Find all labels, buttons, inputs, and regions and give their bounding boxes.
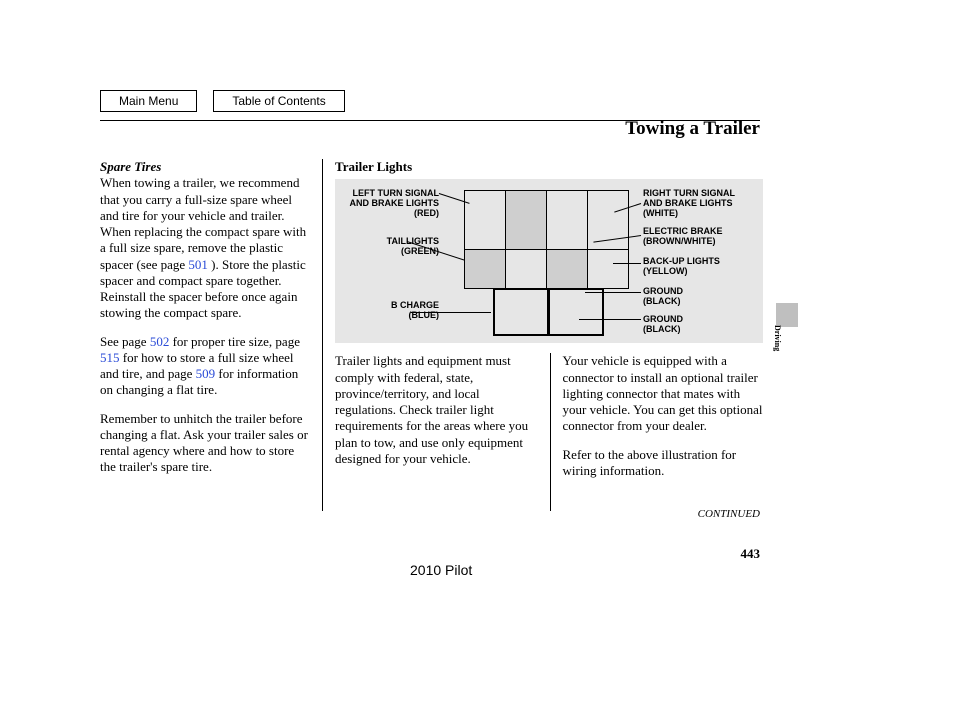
spare-tires-p1: When towing a trailer, we recommend that…	[100, 175, 310, 321]
text: Refer to the above illustration for wiri…	[563, 447, 766, 480]
page-link-502[interactable]: 502	[150, 334, 170, 349]
label-ground-2: GROUND(BLACK)	[643, 315, 683, 335]
trailer-lights-heading: Trailer Lights	[335, 159, 765, 175]
trailer-lights-text-columns: Trailer lights and equipment must comply…	[335, 353, 765, 511]
toc-button[interactable]: Table of Contents	[213, 90, 344, 112]
trailer-lights-column: Trailer Lights LEFT TURN SIGNALAND BRAKE…	[323, 159, 765, 511]
section-tab-label: Driving	[773, 325, 782, 351]
wiring-diagram: LEFT TURN SIGNALAND BRAKE LIGHTS(RED) TA…	[335, 179, 763, 343]
label-backup: BACK-UP LIGHTS(YELLOW)	[643, 257, 720, 277]
text: Trailer lights and equipment must comply…	[335, 353, 538, 467]
page-link-515[interactable]: 515	[100, 350, 120, 365]
spare-tires-heading: Spare Tires	[100, 159, 310, 175]
content-columns: Spare Tires When towing a trailer, we re…	[100, 159, 800, 511]
page-link-501[interactable]: 501	[188, 257, 208, 272]
label-right-turn: RIGHT TURN SIGNALAND BRAKE LIGHTS(WHITE)	[643, 189, 755, 219]
nav-buttons: Main Menu Table of Contents	[100, 90, 800, 112]
page-title: Towing a Trailer	[625, 118, 760, 140]
text: See page	[100, 334, 150, 349]
vehicle-model: 2010 Pilot	[410, 562, 472, 578]
label-b-charge: B CHARGE(BLUE)	[343, 301, 439, 321]
trailer-lights-text-left: Trailer lights and equipment must comply…	[335, 353, 551, 511]
spare-tires-column: Spare Tires When towing a trailer, we re…	[100, 159, 323, 511]
label-ground-1: GROUND(BLACK)	[643, 287, 683, 307]
trailer-lights-text-right: Your vehicle is equipped with a connecto…	[563, 353, 766, 511]
spare-tires-p3: Remember to unhitch the trailer before c…	[100, 411, 310, 476]
continued-label: CONTINUED	[698, 508, 760, 520]
connector-grid	[465, 191, 633, 335]
page-link-509[interactable]: 509	[196, 366, 216, 381]
text: for proper tire size, page	[169, 334, 300, 349]
label-electric-brake: ELECTRIC BRAKE(BROWN/WHITE)	[643, 227, 723, 247]
label-left-turn: LEFT TURN SIGNALAND BRAKE LIGHTS(RED)	[343, 189, 439, 219]
manual-page: Main Menu Table of Contents Towing a Tra…	[100, 90, 800, 511]
page-number: 443	[741, 546, 761, 562]
text: Your vehicle is equipped with a connecto…	[563, 353, 766, 434]
main-menu-button[interactable]: Main Menu	[100, 90, 197, 112]
spare-tires-p2: See page 502 for proper tire size, page …	[100, 334, 310, 399]
section-tab: Driving	[776, 303, 798, 327]
